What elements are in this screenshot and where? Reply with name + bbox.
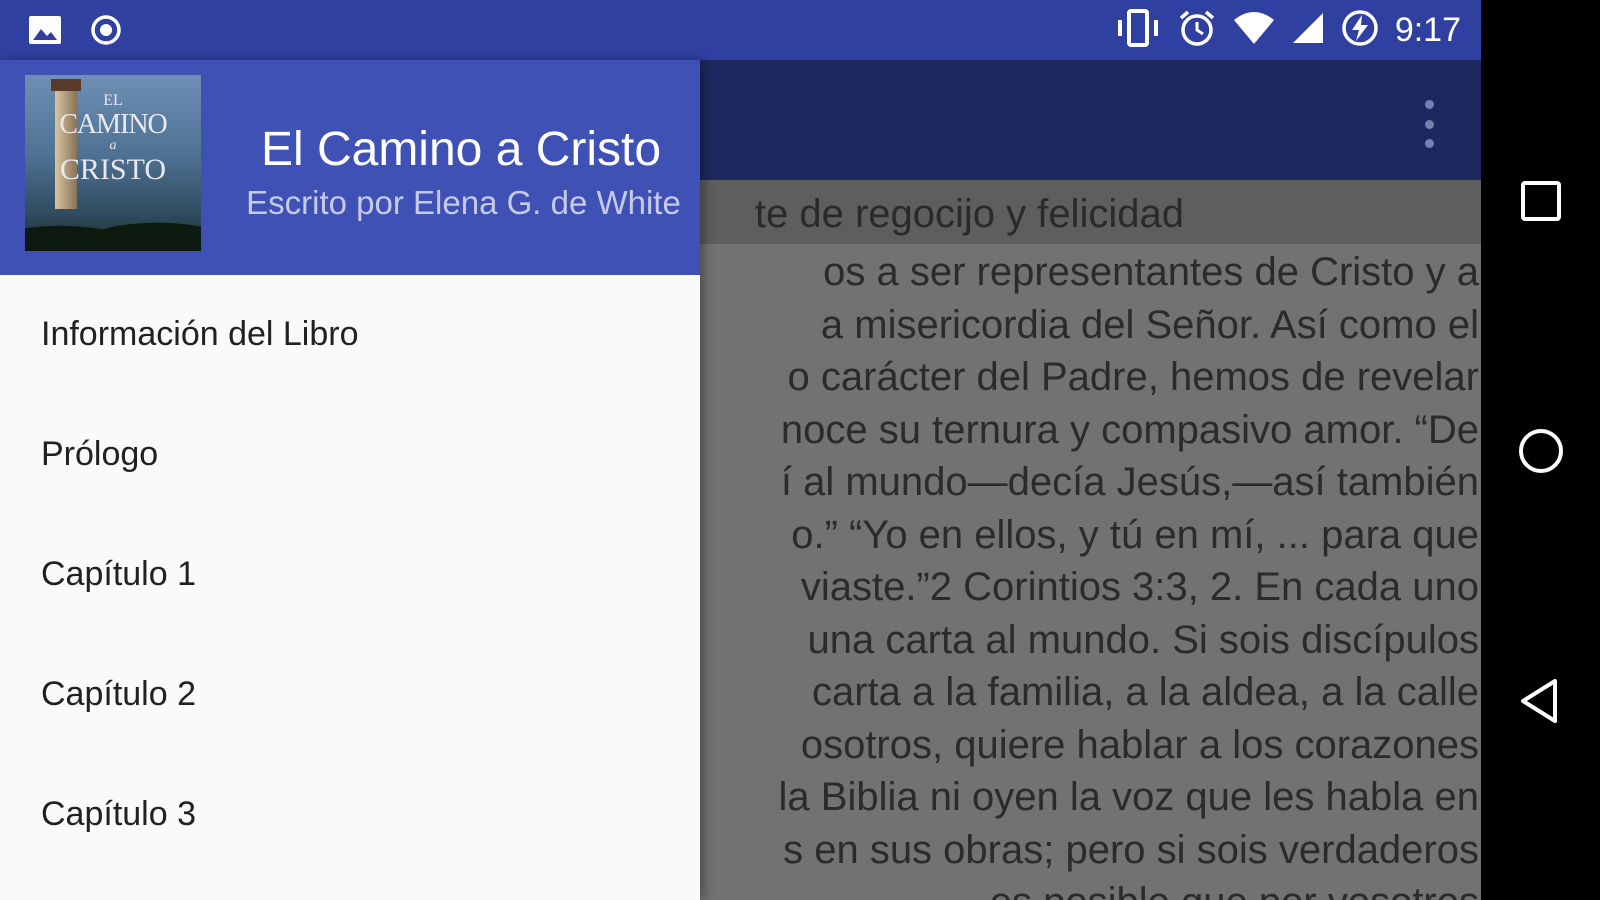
- more-vert-icon[interactable]: [1419, 100, 1439, 148]
- app-screen: 9:17 te de regocijo y felicidad os a ser…: [0, 0, 1481, 900]
- book-cover-image: EL CAMINO a CRISTO: [25, 75, 201, 251]
- book-title: El Camino a Cristo: [260, 123, 662, 176]
- palm-trees-graphic: [25, 207, 201, 251]
- menu-item-label: Información del Libro: [41, 315, 359, 353]
- menu-item-label: Capítulo 1: [41, 555, 196, 593]
- wifi-icon: [1233, 10, 1275, 51]
- menu-item-label: Capítulo 3: [41, 795, 196, 833]
- menu-item-chapter-2[interactable]: Capítulo 2: [0, 635, 700, 755]
- menu-item-chapter-3[interactable]: Capítulo 3: [0, 755, 700, 875]
- drawer-menu: Información del Libro Prólogo Capítulo 1…: [0, 275, 700, 875]
- battery-charging-icon: [1341, 9, 1379, 52]
- record-icon: [90, 14, 122, 51]
- menu-item-label: Prólogo: [41, 435, 159, 473]
- book-author: Escrito por Elena G. de White: [246, 184, 681, 221]
- status-time: 9:17: [1394, 10, 1461, 49]
- status-right: 9:17: [1115, 8, 1461, 52]
- chapter-heading-text: te de regocijo y felicidad: [754, 192, 1184, 236]
- system-nav-bar: [1481, 0, 1600, 900]
- recents-icon[interactable]: [1511, 171, 1571, 231]
- navigation-drawer: EL CAMINO a CRISTO El Camino a Cristo Es…: [0, 60, 700, 900]
- drawer-header: EL CAMINO a CRISTO El Camino a Cristo Es…: [0, 60, 700, 275]
- alarm-icon: [1177, 8, 1217, 53]
- status-left: [28, 14, 122, 51]
- image-icon: [28, 15, 62, 50]
- menu-item-prologue[interactable]: Prólogo: [0, 395, 700, 515]
- menu-item-label: Capítulo 2: [41, 675, 196, 713]
- menu-item-chapter-1[interactable]: Capítulo 1: [0, 515, 700, 635]
- cover-title: EL CAMINO a CRISTO: [59, 92, 168, 186]
- vibrate-icon: [1115, 8, 1161, 53]
- back-icon[interactable]: [1511, 671, 1571, 731]
- status-bar: 9:17: [0, 0, 1481, 60]
- menu-item-book-info[interactable]: Información del Libro: [0, 275, 700, 395]
- cell-signal-icon: [1291, 11, 1325, 50]
- home-icon[interactable]: [1511, 421, 1571, 481]
